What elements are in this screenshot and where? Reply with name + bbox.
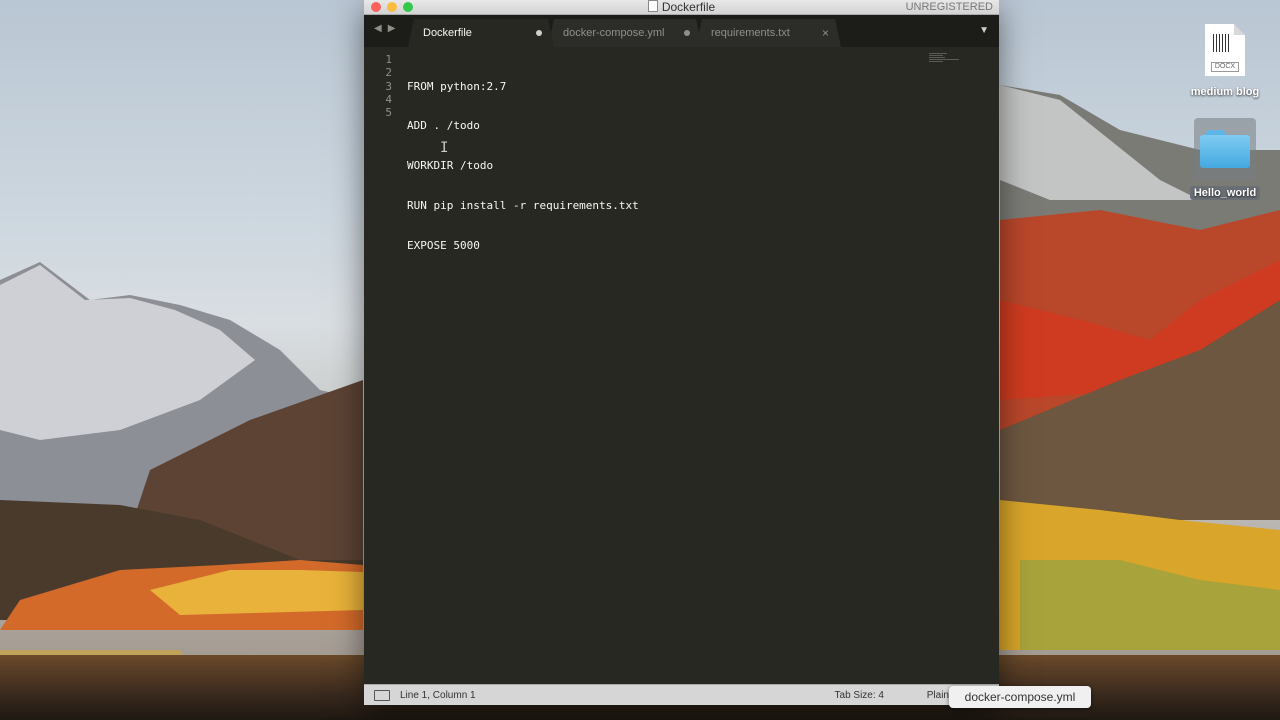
- chevron-right-icon[interactable]: ▶: [388, 23, 402, 34]
- desktop-file-medium-blog[interactable]: DOCX medium blog: [1180, 24, 1270, 100]
- docx-file-icon: DOCX: [1205, 24, 1245, 76]
- tab-size-selector[interactable]: Tab Size: 4: [835, 690, 884, 701]
- window-title-text: Dockerfile: [661, 0, 716, 14]
- tab-dockerfile[interactable]: Dockerfile: [408, 19, 554, 47]
- folder-icon: [1200, 130, 1250, 168]
- triangle-down-icon[interactable]: ▼: [979, 25, 989, 36]
- editor-window: Dockerfile UNREGISTERED ◀▶ Dockerfile do…: [364, 0, 999, 705]
- status-bar: Line 1, Column 1 Tab Size: 4 Plain: [364, 684, 999, 705]
- code-line[interactable]: FROM python:2.7: [407, 80, 639, 93]
- code-line[interactable]: ADD . /todo: [407, 119, 639, 132]
- unregistered-label: UNREGISTERED: [905, 1, 993, 13]
- desktop-folder-hello-world[interactable]: Hello_world: [1180, 118, 1270, 201]
- chevron-left-icon[interactable]: ◀: [374, 23, 388, 34]
- line-number: 1: [385, 53, 392, 66]
- line-number: 4: [385, 92, 392, 106]
- tab-docker-compose[interactable]: docker-compose.yml: [548, 19, 702, 47]
- tab-requirements[interactable]: requirements.txt ×: [696, 19, 841, 47]
- code-editor[interactable]: 1 2 3 4 5 FROM python:2.7 ADD . /todo WO…: [364, 47, 999, 684]
- minimap[interactable]: [929, 53, 959, 63]
- tab-nav-arrows: ◀▶: [374, 23, 401, 34]
- docx-badge: DOCX: [1211, 62, 1239, 72]
- line-number: 5: [385, 106, 392, 120]
- tooltip: docker-compose.yml: [949, 686, 1091, 708]
- cursor-position: Line 1, Column 1: [400, 689, 476, 701]
- syntax-selector[interactable]: Plain: [927, 690, 949, 701]
- window-titlebar[interactable]: Dockerfile UNREGISTERED: [364, 0, 999, 15]
- window-title: Dockerfile: [364, 0, 999, 14]
- close-icon[interactable]: ×: [822, 26, 829, 40]
- desktop-icon-label: Hello_world: [1189, 186, 1261, 200]
- code-content[interactable]: FROM python:2.7 ADD . /todo WORKDIR /tod…: [407, 53, 639, 279]
- line-number: 3: [385, 79, 392, 93]
- code-line[interactable]: RUN pip install -r requirements.txt: [407, 199, 639, 212]
- dot-icon[interactable]: [536, 30, 542, 36]
- document-icon: [647, 0, 658, 12]
- console-toggle-icon[interactable]: [374, 689, 390, 701]
- line-number-gutter: 1 2 3 4 5: [364, 53, 392, 119]
- tab-label: Dockerfile: [423, 27, 472, 39]
- code-line[interactable]: WORKDIR /todo: [407, 159, 639, 172]
- desktop-icon-label: medium blog: [1190, 86, 1260, 98]
- text-cursor-icon: I: [440, 140, 449, 156]
- code-line[interactable]: EXPOSE 5000: [407, 239, 639, 252]
- dot-icon[interactable]: [684, 30, 690, 36]
- line-number: 2: [385, 66, 392, 80]
- tab-label: docker-compose.yml: [563, 27, 665, 39]
- tab-bar: ◀▶ Dockerfile docker-compose.yml require…: [364, 15, 999, 47]
- tab-label: requirements.txt: [711, 27, 790, 39]
